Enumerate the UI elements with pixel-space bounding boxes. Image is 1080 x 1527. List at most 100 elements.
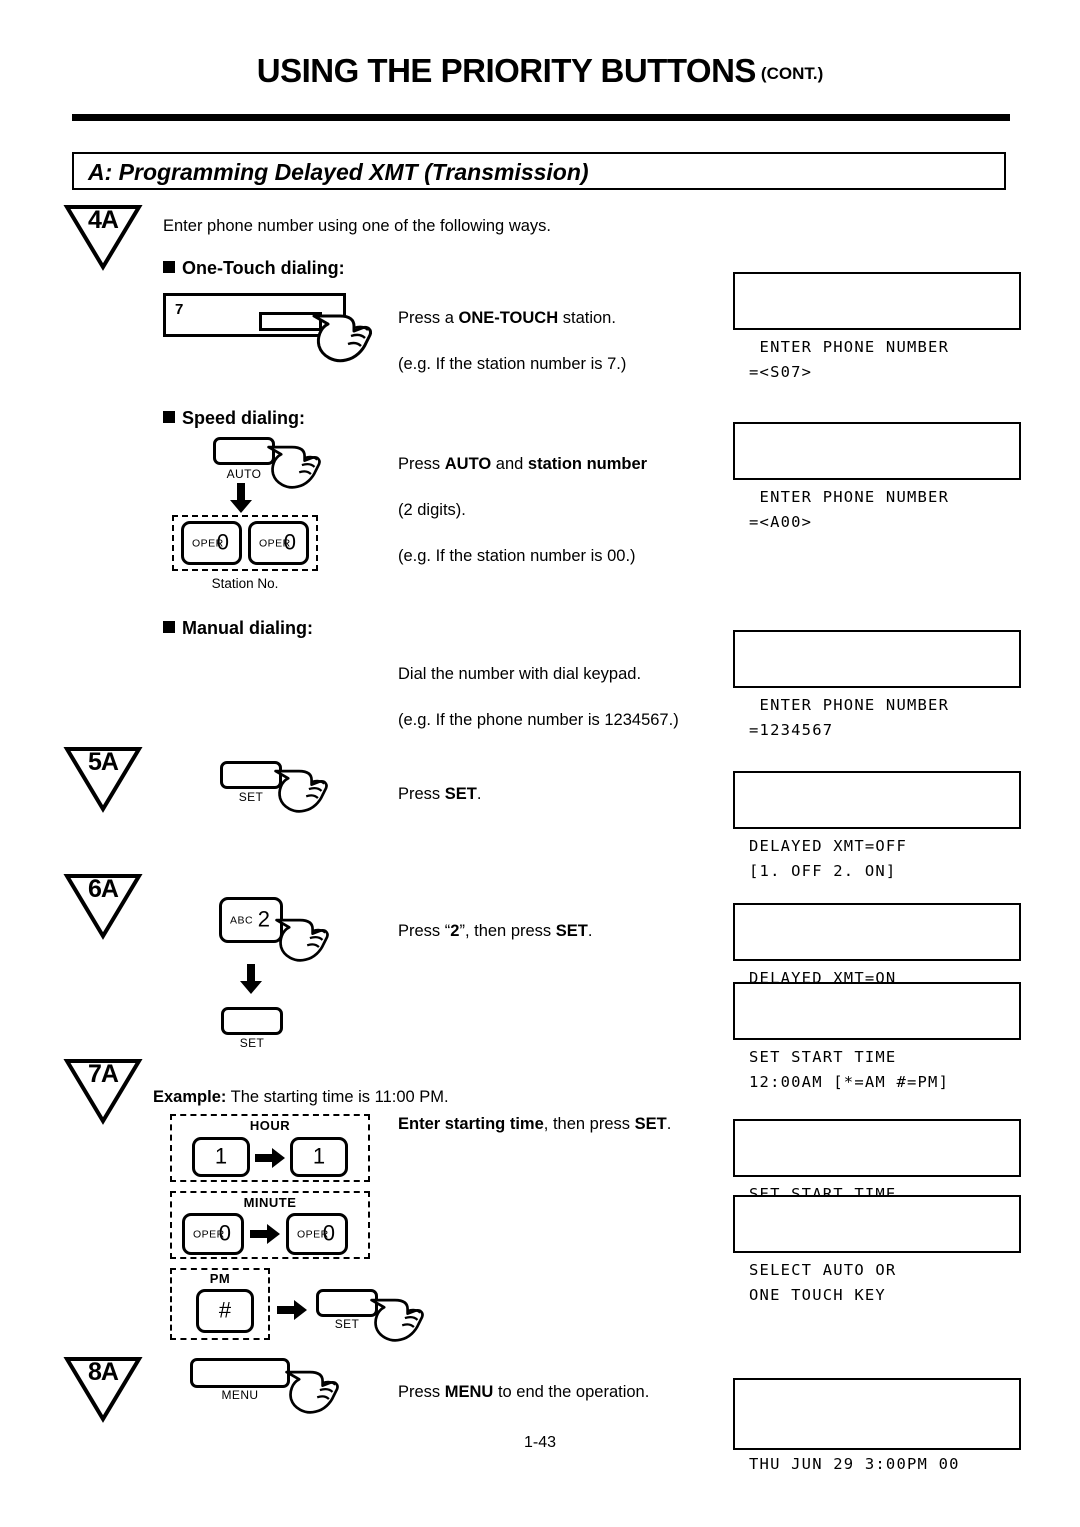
minute-key-2[interactable]: OPER 0	[286, 1213, 348, 1255]
step-badge-5a: 5A	[63, 745, 143, 813]
step-number-6a: 6A	[88, 875, 119, 903]
lcd-step-5a: DELAYED XMT=OFF [1. OFF 2. ON]	[733, 771, 1021, 880]
hand-pointer-icon	[275, 918, 329, 962]
set-key-6a[interactable]	[221, 1007, 283, 1035]
lcd-step-6a-first: DELAYED XMT=ON[1. OFF 2. ON]	[733, 903, 1021, 1012]
section-banner: A: Programming Delayed XMT (Transmission…	[72, 152, 1006, 190]
manual-dialing-heading: Manual dialing:	[163, 618, 313, 639]
lcd-6a2-line1: SET START TIME	[749, 1048, 897, 1066]
pm-group-label: PM	[209, 1271, 231, 1286]
lcd-step-7a-first: SET START TIME11:00PM [*=AM #=PM]	[733, 1119, 1021, 1228]
step-5a-instruction-post: .	[476, 785, 482, 803]
page-title-cont: (CONT.)	[760, 64, 824, 83]
hand-pointer-icon	[267, 445, 321, 489]
header-divider	[72, 114, 1010, 121]
menu-key[interactable]	[190, 1358, 290, 1388]
speed-instruction-bold-station: station number	[527, 455, 648, 473]
lcd-manual-line2: =1234567	[749, 721, 834, 739]
hand-pointer-icon	[285, 1370, 339, 1414]
step-7a-instruction-end: .	[666, 1115, 672, 1133]
lcd-speed-line2: =<A00>	[749, 513, 813, 531]
step-7a-instruction-post: , then press	[543, 1115, 635, 1133]
section-title: A: Programming Delayed XMT (Transmission…	[88, 159, 589, 185]
step-badge-7a: 7A	[63, 1057, 143, 1125]
arrow-right-icon	[250, 1224, 280, 1244]
one-touch-instruction-post: station.	[558, 309, 616, 327]
lcd-manual-dialing: ENTER PHONE NUMBER =1234567	[733, 630, 1021, 739]
minute-group-label: MINUTE	[243, 1195, 297, 1210]
step-7a-instruction-bold: Enter starting time	[398, 1115, 544, 1133]
lcd-speed-dialing: ENTER PHONE NUMBER =<A00>	[733, 422, 1021, 531]
one-touch-instruction-example: (e.g. If the station number is 7.)	[398, 355, 627, 373]
pm-key[interactable]: #	[196, 1289, 254, 1333]
set-key-6a-caption: SET	[239, 1036, 265, 1050]
lcd-8a-line1: THU JUN 29 3:00PM 00	[749, 1455, 960, 1473]
station-digit-key-1-digit: 0	[216, 529, 229, 555]
speed-instruction-line2: (2 digits).	[398, 501, 466, 519]
station-digit-key-2[interactable]: OPER 0	[248, 521, 309, 565]
step-6a-instruction-pre: Press “	[398, 922, 451, 940]
lcd-speed-line1: ENTER PHONE NUMBER	[749, 488, 950, 506]
station-number-label: Station No.	[211, 576, 279, 591]
key-2-digit: 2	[257, 906, 270, 932]
step-number-8a: 8A	[88, 1358, 119, 1386]
one-touch-station-number: 7	[175, 301, 184, 318]
menu-key-caption: MENU	[221, 1388, 259, 1402]
arrow-down-icon	[230, 483, 252, 513]
minute-key-1[interactable]: OPER 0	[182, 1213, 244, 1255]
one-touch-instruction-bold: ONE-TOUCH	[458, 309, 559, 327]
hand-pointer-icon	[274, 769, 328, 813]
arrow-right-icon	[277, 1300, 307, 1320]
step-5a-instruction-bold: SET	[444, 785, 477, 803]
step-6a-instruction-post: .	[587, 922, 593, 940]
page-title-main: USING THE PRIORITY BUTTONS	[256, 52, 757, 89]
speed-instruction-pre: Press	[398, 455, 445, 473]
hour-key-2[interactable]: 1	[290, 1137, 348, 1177]
step-5a-instruction-pre: Press	[398, 785, 445, 803]
page-number: 1-43	[523, 1434, 557, 1451]
bullet-square-icon	[163, 411, 175, 423]
arrow-down-icon	[240, 964, 262, 994]
speed-dialing-instruction: Press AUTO and station number (2 digits)…	[398, 430, 708, 568]
hour-key-1-digit: 1	[214, 1143, 228, 1169]
step-number-5a: 5A	[88, 748, 119, 776]
step-5a-instruction: Press SET.	[398, 760, 698, 806]
step-badge-8a: 8A	[63, 1355, 143, 1423]
speed-dialing-heading-label: Speed dialing:	[182, 408, 306, 428]
lcd-manual-line1: ENTER PHONE NUMBER	[749, 696, 950, 714]
step-badge-6a: 6A	[63, 872, 143, 940]
step-7a-instruction-bold-set: SET	[634, 1115, 667, 1133]
speed-instruction-bold-auto: AUTO	[444, 455, 492, 473]
step-6a-instruction-bold-set: SET	[555, 922, 588, 940]
manual-instruction-line2: (e.g. If the phone number is 1234567.)	[398, 711, 679, 729]
hour-key-1[interactable]: 1	[192, 1137, 250, 1177]
step-4a-intro: Enter phone number using one of the foll…	[163, 217, 551, 235]
speed-instruction-line3: (e.g. If the station number is 00.)	[398, 547, 636, 565]
step-8a-instruction-post: to end the operation.	[493, 1383, 650, 1401]
step-number-7a: 7A	[88, 1060, 119, 1088]
key-2-alpha: ABC	[230, 914, 254, 927]
lcd-step-7a-second: SELECT AUTO OR ONE TOUCH KEY	[733, 1195, 1021, 1304]
speed-instruction-mid: and	[491, 455, 528, 473]
lcd-one-touch: ENTER PHONE NUMBER =<S07>	[733, 272, 1021, 381]
lcd-7a2-line1: SELECT AUTO OR	[749, 1261, 897, 1279]
step-6a-instruction-mid: ”, then press	[459, 922, 556, 940]
arrow-right-icon	[255, 1148, 285, 1168]
lcd-one-touch-line2: =<S07>	[749, 363, 813, 381]
hour-group-label: HOUR	[249, 1118, 291, 1133]
one-touch-heading-label: One-Touch dialing:	[182, 258, 345, 278]
minute-key-1-digit: 0	[218, 1220, 231, 1246]
lcd-5a-line2: [1. OFF 2. ON]	[749, 862, 897, 880]
manual-page: USING THE PRIORITY BUTTONS (CONT.) A: Pro…	[0, 0, 1080, 1499]
step-number-4a: 4A	[88, 206, 119, 234]
manual-dialing-heading-label: Manual dialing:	[182, 618, 314, 638]
bullet-square-icon	[163, 261, 175, 273]
one-touch-instruction-pre: Press a	[398, 309, 459, 327]
lcd-5a-line1: DELAYED XMT=OFF	[749, 837, 907, 855]
lcd-one-touch-line1: ENTER PHONE NUMBER	[749, 338, 950, 356]
manual-dialing-instruction: Dial the number with dial keypad. (e.g. …	[398, 640, 718, 732]
hand-pointer-icon	[370, 1298, 424, 1342]
page-title: USING THE PRIORITY BUTTONS (CONT.)	[0, 52, 1080, 90]
speed-dialing-heading: Speed dialing:	[163, 408, 305, 429]
station-digit-key-1[interactable]: OPER 0	[181, 521, 242, 565]
